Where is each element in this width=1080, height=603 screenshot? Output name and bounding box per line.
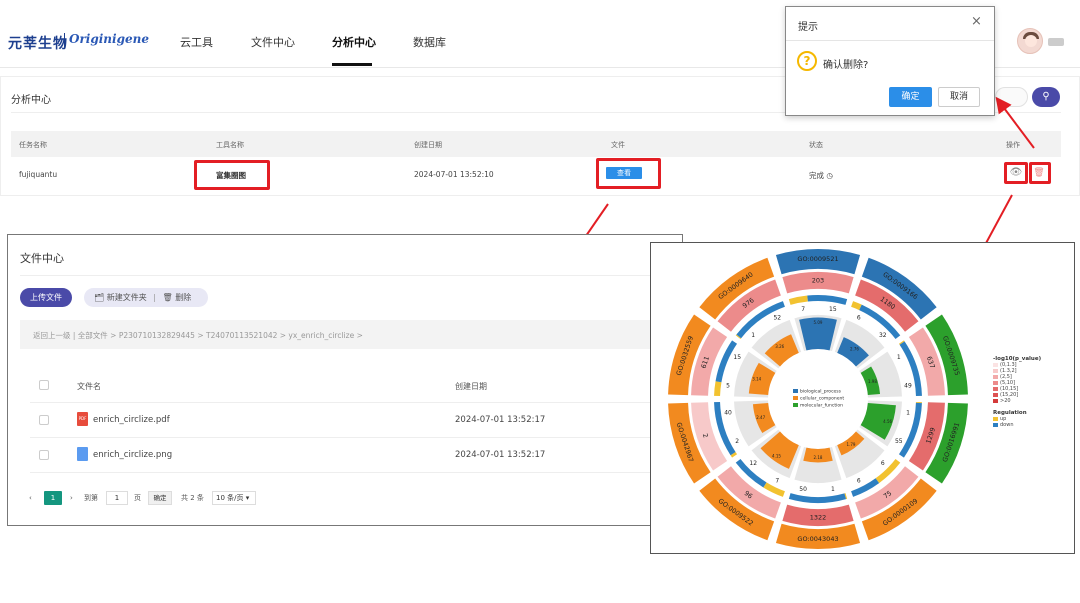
pvalue-legend-item: >20	[993, 398, 1041, 404]
file-name-png[interactable]: enrich_circlize.png	[93, 450, 172, 460]
rich-factor-label: 3.26	[775, 344, 784, 349]
dialog-title: 提示	[798, 22, 818, 33]
rich-factor-label: 3.14	[752, 377, 761, 382]
rich-factor-label: 4.56	[883, 419, 892, 424]
chevron-down-icon: ▾	[245, 494, 250, 502]
question-icon: ?	[797, 51, 817, 71]
class-legend-label: biological_process	[800, 389, 842, 395]
down-count-label: 15	[733, 354, 741, 361]
divider	[20, 275, 680, 276]
up-count-label: 1	[831, 486, 835, 493]
up-count-label: 1	[897, 354, 901, 361]
class-legend-swatch	[793, 396, 798, 400]
up-count-label: 2	[735, 438, 739, 445]
down-count-label: 55	[895, 438, 903, 445]
folder-plus-icon: 🗂	[94, 293, 105, 302]
row-checkbox[interactable]	[39, 415, 49, 425]
file-center-panel	[7, 234, 683, 526]
rich-factor-label: 2.18	[814, 455, 823, 460]
confirm-button[interactable]: 确定	[889, 87, 932, 107]
col-file-name: 文件名	[77, 382, 101, 391]
dialog-message: 确认删除?	[823, 60, 869, 71]
down-count-label: 6	[857, 477, 861, 484]
total-count: 共 2 条	[181, 494, 204, 502]
up-bar	[714, 381, 722, 397]
class-legend-swatch	[793, 389, 798, 393]
col-created-date: 创建日期	[455, 382, 487, 391]
file-name-pdf[interactable]: enrich_circlize.pdf	[93, 415, 170, 425]
row-divider	[30, 472, 680, 473]
row-divider	[30, 437, 680, 438]
cancel-button[interactable]: 取消	[938, 87, 980, 107]
down-bar	[807, 295, 848, 305]
file-date: 2024-07-01 13:52:17	[455, 450, 546, 460]
page-1-button[interactable]: 1	[44, 491, 62, 505]
rich-factor-label: 4.15	[772, 454, 781, 459]
down-count-label: 52	[773, 315, 781, 322]
rich-factor-label: 5.09	[814, 320, 823, 325]
rich-factor-label: 2.47	[756, 415, 765, 420]
up-count-label: 1	[906, 410, 910, 417]
upload-file-button[interactable]: 上传文件	[20, 288, 72, 307]
down-count-label: 32	[879, 332, 887, 339]
trash-icon: 🗑	[162, 293, 173, 302]
file-date: 2024-07-01 13:52:17	[455, 415, 546, 425]
down-count-label: 49	[904, 382, 912, 389]
down-count-label: 15	[829, 306, 837, 313]
class-legend-label: cellular_component	[800, 396, 844, 402]
pdf-icon: PDF	[77, 412, 88, 426]
chart-panel: GO:0009521 203 7 15 5.09 GO:0009166 1180 6 32 2.7…	[650, 242, 1075, 554]
up-bar	[763, 482, 785, 497]
go-id-label: GO:0043043	[797, 535, 838, 543]
rich-factor-label: 1.79	[847, 442, 856, 447]
rich-factor-label: 2.76	[850, 346, 859, 351]
new-folder-button[interactable]: 新建文件夹	[107, 293, 147, 302]
class-legend-label: molecular_function	[800, 403, 843, 409]
total-count-label: 1322	[810, 514, 827, 522]
goto-confirm-button[interactable]: 确定	[148, 491, 172, 505]
up-count-label: 7	[775, 477, 779, 484]
file-center-title: 文件中心	[20, 252, 64, 265]
page-unit-label: 页	[134, 494, 141, 502]
down-bar	[788, 493, 847, 504]
row-divider	[30, 402, 680, 403]
up-count-label: 6	[881, 460, 885, 467]
total-count-label: 203	[812, 277, 824, 285]
folder-actions-group: 🗂 新建文件夹 | 🗑 删除	[84, 288, 208, 307]
regulation-legend-item: down	[993, 422, 1041, 428]
prev-page-icon[interactable]: ‹	[29, 491, 32, 505]
up-count-label: 1	[751, 332, 755, 339]
select-all-checkbox[interactable]	[39, 380, 49, 390]
down-count-label: 50	[799, 486, 807, 493]
class-legend-swatch	[793, 403, 798, 407]
up-count-label: 6	[857, 315, 861, 322]
up-count-label: 7	[801, 306, 805, 313]
up-bar	[788, 295, 808, 305]
image-icon	[77, 447, 88, 461]
goto-page-input[interactable]: 1	[106, 491, 128, 505]
delete-button[interactable]: 删除	[175, 293, 191, 302]
pvalue-legend: -log10(p_value) (0,1.3] (1.3,2] (2,5] (5,10…	[993, 356, 1041, 428]
next-page-icon[interactable]: ›	[70, 491, 73, 505]
go-id-label: GO:0009521	[797, 255, 838, 263]
breadcrumb-path[interactable]: 返回上一级 | 全部文件 > P230710132829445 > T24070…	[33, 330, 363, 341]
page-size-select[interactable]: 10 条/页 ▾	[212, 491, 256, 505]
goto-label: 到第	[84, 494, 98, 502]
rich-factor-label: 1.98	[868, 379, 877, 384]
row-checkbox[interactable]	[39, 450, 49, 460]
down-count-label: 40	[724, 410, 732, 417]
page-size-value: 10 条/页	[216, 494, 244, 502]
up-count-label: 5	[726, 382, 730, 389]
down-count-label: 12	[749, 460, 757, 467]
close-icon[interactable]: ×	[971, 14, 982, 29]
arrow-to-dialog	[995, 96, 1035, 149]
dialog-divider	[786, 40, 994, 41]
